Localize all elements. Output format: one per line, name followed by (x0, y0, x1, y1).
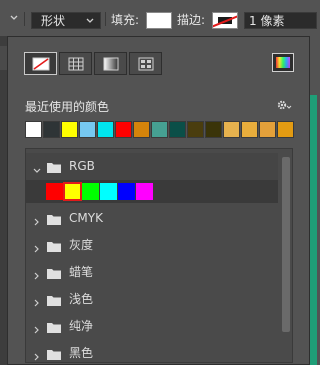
recent-color-swatch[interactable] (97, 121, 114, 138)
swatch-group-黑色[interactable]: 黑色 (26, 340, 278, 362)
shape-mode-select[interactable]: 形状 (31, 12, 101, 29)
no-color-button[interactable] (24, 52, 57, 75)
swatch-group-name: RGB (69, 159, 95, 173)
swatch-group-浅色[interactable]: 浅色 (26, 286, 278, 313)
pattern-icon (138, 57, 153, 70)
swatch-group-纯净[interactable]: 纯净 (26, 313, 278, 340)
fill-label: 填充: (111, 13, 140, 27)
swatch-row (46, 182, 154, 201)
toolbar-divider (24, 12, 25, 26)
shape-mode-label: 形状 (41, 14, 66, 28)
recent-color-swatch[interactable] (169, 121, 186, 138)
swatch-group-cmyk[interactable]: CMYK (26, 205, 278, 232)
recent-color-swatch[interactable] (205, 121, 222, 138)
fill-color-popup: 最近使用的颜色 RGB CMYK 灰度蜡笔浅色纯净黑色 (7, 36, 310, 365)
fill-color-swatch[interactable] (146, 12, 172, 29)
swatch-group-rgb[interactable]: RGB (26, 153, 278, 180)
swatch-groups-list: RGB CMYK 灰度蜡笔浅色纯净黑色 (25, 148, 293, 363)
color-swatch[interactable] (136, 183, 153, 200)
stroke-width-field[interactable]: 1 像素 (244, 12, 317, 29)
recent-color-swatch[interactable] (259, 121, 276, 138)
color-swatch[interactable] (46, 183, 63, 200)
chevron-right-icon[interactable] (33, 269, 40, 283)
recent-color-swatch[interactable] (61, 121, 78, 138)
canvas-edge (310, 95, 317, 365)
color-swatch[interactable] (82, 183, 99, 200)
chevron-right-icon[interactable] (33, 215, 40, 229)
recent-color-swatch[interactable] (25, 121, 42, 138)
recent-color-swatch[interactable] (241, 121, 258, 138)
color-picker-button[interactable] (272, 53, 294, 72)
solid-color-icon (68, 57, 83, 70)
color-swatch[interactable] (100, 183, 117, 200)
swatch-group-name: 纯净 (69, 319, 94, 333)
swatch-group-灰度[interactable]: 灰度 (26, 232, 278, 259)
gradient-icon (103, 57, 118, 70)
chevron-right-icon[interactable] (33, 296, 40, 310)
folder-icon (46, 241, 62, 256)
chevron-right-icon[interactable] (33, 323, 40, 337)
folder-icon (46, 349, 62, 362)
chevron-right-icon[interactable] (33, 350, 40, 362)
swatch-group-name: CMYK (69, 211, 103, 225)
folder-icon (46, 295, 62, 310)
pattern-button[interactable] (129, 52, 162, 75)
toolbar-divider (105, 12, 106, 26)
recent-color-swatch[interactable] (277, 121, 294, 138)
chevron-down-icon (86, 18, 94, 23)
recent-color-swatch[interactable] (133, 121, 150, 138)
swatch-group-name: 黑色 (69, 346, 94, 360)
recent-colors-title: 最近使用的颜色 (25, 100, 110, 114)
gradient-button[interactable] (94, 52, 127, 75)
chevron-right-icon[interactable] (33, 242, 40, 256)
recent-color-swatch[interactable] (151, 121, 168, 138)
recent-color-swatch[interactable] (79, 121, 96, 138)
gear-icon[interactable] (276, 99, 292, 111)
stroke-width-value: 1 像素 (249, 14, 285, 28)
color-picker-icon (276, 57, 290, 68)
scrollbar-thumb[interactable] (282, 157, 290, 332)
swatch-group-name: 浅色 (69, 292, 94, 306)
tools-panel-edge (0, 36, 7, 365)
folder-icon (46, 214, 62, 229)
recent-color-swatch[interactable] (187, 121, 204, 138)
fill-type-buttons (24, 52, 164, 75)
folder-icon (46, 162, 62, 177)
stroke-label: 描边: (177, 13, 206, 27)
swatch-group-蜡笔[interactable]: 蜡笔 (26, 259, 278, 286)
recent-color-swatch[interactable] (115, 121, 132, 138)
swatch-group-colors (26, 180, 278, 203)
recent-color-swatch[interactable] (43, 121, 60, 138)
recent-colors-row (25, 121, 295, 138)
recent-color-swatch[interactable] (223, 121, 240, 138)
chevron-down-icon[interactable] (33, 163, 41, 177)
folder-icon (46, 268, 62, 283)
selected-color-swatch[interactable] (63, 182, 82, 201)
stroke-color-swatch[interactable] (212, 12, 238, 29)
folder-icon (46, 322, 62, 337)
color-swatch[interactable] (118, 183, 135, 200)
tools-panel-tab (0, 46, 7, 70)
no-color-icon (32, 57, 49, 70)
options-toolbar: 形状 填充: 描边: 1 像素 (0, 0, 317, 36)
swatch-group-name: 蜡笔 (69, 265, 94, 279)
chevron-down-icon[interactable] (10, 14, 18, 22)
solid-color-button[interactable] (59, 52, 92, 75)
swatch-group-name: 灰度 (69, 238, 94, 252)
